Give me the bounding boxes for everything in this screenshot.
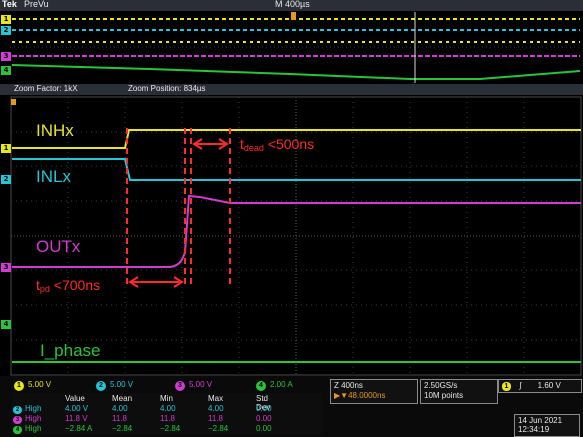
inh-label: INHx	[36, 121, 74, 140]
row-value: 11.8 V	[65, 414, 88, 423]
time-label: 12:34:19	[518, 425, 550, 434]
row-stddev: 0.00	[256, 414, 272, 423]
zoom-bar: Zoom Factor: 1kX Zoom Position: 834µs	[0, 84, 583, 95]
datetime-box: 14 Jun 2021 12:34:19	[514, 414, 580, 437]
row-min: 11.8	[160, 414, 175, 423]
ch1-scale-badge: 1	[14, 381, 24, 391]
header-value: Value	[65, 394, 85, 403]
row-channel-badge: 4	[13, 426, 22, 434]
zoom-timebase: Z 400ns	[334, 381, 363, 390]
ch2-scale-value: 5.00 V	[110, 380, 134, 389]
trigger-slope-icon: ∫	[519, 381, 522, 390]
ch4-scale-value: 2.00 A	[270, 380, 293, 389]
row-stddev: 0.00	[256, 404, 272, 413]
row-label: High	[25, 404, 42, 413]
scope-display	[10, 12, 582, 376]
acquisition-box[interactable]: 2.50GS/s 10M points	[420, 379, 498, 404]
ch2-scale-badge: 2	[96, 381, 106, 391]
row-mean: 4.00	[112, 404, 128, 413]
trigger-position-marker	[11, 99, 16, 105]
ch4-scale-badge: 4	[256, 381, 266, 391]
ch3-ground-marker[interactable]: 3	[1, 263, 11, 272]
tdead-annotation: tdead <500ns	[240, 136, 315, 153]
row-channel-badge: 2	[13, 406, 22, 414]
zoom-position-label: Zoom Position: 834µs	[128, 84, 206, 93]
header-max: Max	[208, 394, 224, 403]
row-mean: −2.84	[112, 424, 133, 433]
row-mean: 11.8	[112, 414, 127, 423]
measurement-row[interactable]: 3 High 11.8 V 11.8 11.8 11.8 0.00	[12, 414, 322, 424]
ch3-scale[interactable]: 3 5.00 V	[175, 379, 213, 391]
row-max: 4.00	[208, 404, 224, 413]
tdead-value: <500ns	[263, 136, 315, 152]
measurement-row[interactable]: 2 High 4.00 V 4.00 4.00 4.00 0.00	[12, 404, 322, 414]
header-mean: Mean	[112, 394, 133, 403]
row-max: −2.84	[208, 424, 229, 433]
prevu-ch3-marker[interactable]: 3	[1, 52, 11, 61]
record-length: 10M points	[424, 391, 464, 400]
inl-label: INLx	[36, 167, 71, 186]
tdead-sub: dead	[243, 143, 264, 153]
row-channel-badge: 3	[13, 416, 22, 424]
prevu-trigger-marker	[291, 12, 296, 20]
ch1-scale-value: 5.00 V	[28, 380, 52, 389]
trigger-channel-badge: 1	[502, 382, 511, 391]
row-label: High	[25, 414, 42, 423]
header-min: Min	[160, 394, 173, 403]
ch1-scale[interactable]: 1 5.00 V	[14, 379, 52, 391]
ch3-scale-badge: 3	[175, 381, 185, 391]
trigger-level: 1.60 V	[537, 381, 561, 390]
prevu-ch1-marker[interactable]: 1	[1, 15, 11, 24]
zoom-delay: ▶▼48.0000ns	[334, 391, 386, 400]
row-min: −2.84	[160, 424, 181, 433]
measurement-row[interactable]: 4 High −2.84 A −2.84 −2.84 −2.84 0.00	[12, 424, 322, 434]
ch4-scale[interactable]: 4 2.00 A	[256, 379, 293, 391]
iphase-label: I_phase	[40, 341, 101, 360]
prevu-ch2-marker[interactable]: 2	[1, 26, 11, 35]
row-max: 11.8	[208, 414, 223, 423]
ch4-ground-marker[interactable]: 4	[1, 320, 11, 329]
measurements-table: Value Mean Min Max Std Dev 2 High 4.00 V …	[12, 393, 322, 435]
zoom-factor-label: Zoom Factor: 1kX	[14, 84, 78, 93]
out-label: OUTx	[36, 237, 81, 256]
tpd-value: <700ns	[49, 277, 101, 293]
sample-rate: 2.50GS/s	[424, 381, 458, 390]
ch1-ground-marker[interactable]: 1	[1, 144, 11, 153]
prevu-ch4-marker[interactable]: 4	[1, 66, 11, 75]
trigger-box[interactable]: 1 ∫ 1.60 V	[498, 379, 582, 393]
row-label: High	[25, 424, 42, 433]
ch2-scale[interactable]: 2 5.00 V	[96, 379, 134, 391]
ch3-scale-value: 5.00 V	[189, 380, 213, 389]
zoom-info-box[interactable]: Z 400ns ▶▼48.0000ns	[330, 379, 418, 404]
tpd-sub: pd	[39, 284, 50, 294]
ch2-ground-marker[interactable]: 2	[1, 175, 11, 184]
tpd-annotation: tpd <700ns	[36, 277, 101, 294]
row-value: 4.00 V	[65, 404, 89, 413]
date-label: 14 Jun 2021	[518, 416, 563, 425]
row-value: −2.84 A	[65, 424, 93, 433]
row-min: 4.00	[160, 404, 176, 413]
row-stddev: 0.00	[256, 424, 272, 433]
